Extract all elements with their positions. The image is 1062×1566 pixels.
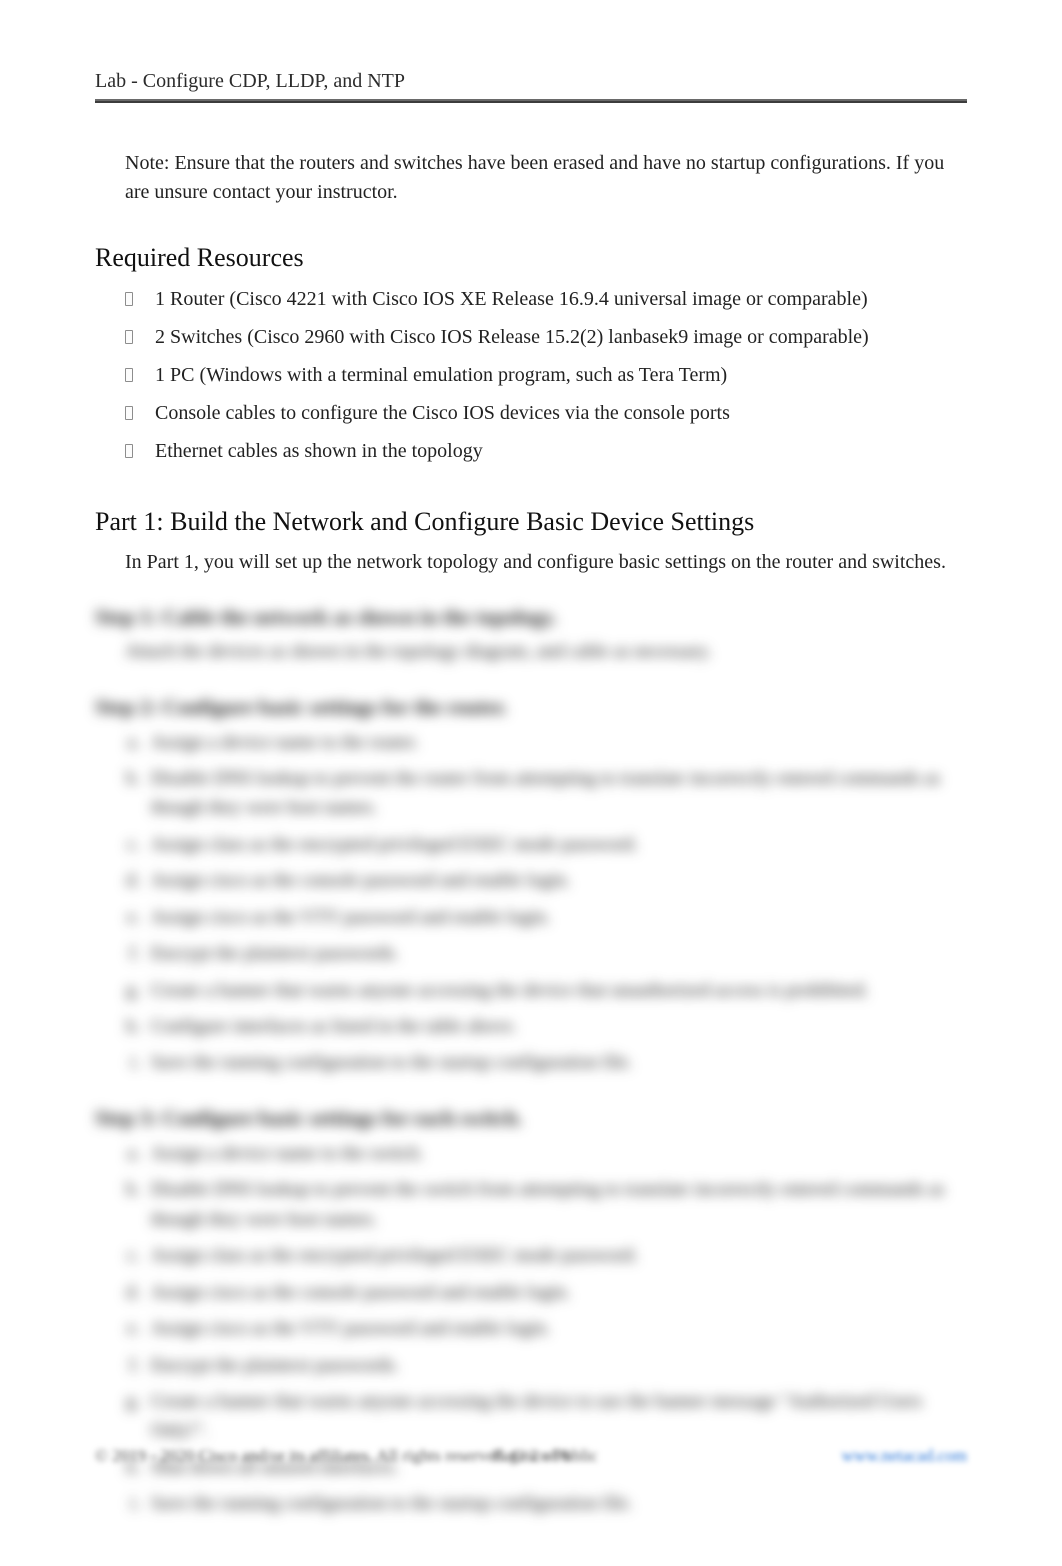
list-item: Assign cisco as the VTY password and ena… xyxy=(145,903,967,932)
list-item: 1 PC (Windows with a terminal emulation … xyxy=(125,359,967,391)
step1-body: Attach the devices as shown in the topol… xyxy=(125,638,967,667)
note-block: Note: Ensure that the routers and switch… xyxy=(125,149,967,207)
part1-intro: In Part 1, you will set up the network t… xyxy=(125,547,967,577)
required-resources-list: 1 Router (Cisco 4221 with Cisco IOS XE R… xyxy=(125,283,967,467)
required-resources-heading: Required Resources xyxy=(95,243,967,273)
list-item: Assign class as the encrypted privileged… xyxy=(145,830,967,859)
list-item: Encrypt the plaintext passwords. xyxy=(145,939,967,968)
document-page: Lab - Configure CDP, LLDP, and NTP Note:… xyxy=(0,0,1062,1566)
list-item: Console cables to configure the Cisco IO… xyxy=(125,397,967,429)
list-item: Assign cisco as the console password and… xyxy=(145,866,967,895)
list-item: Encrypt the plaintext passwords. xyxy=(145,1351,967,1380)
list-item: Save the running configuration to the st… xyxy=(145,1048,967,1077)
page-title: Lab - Configure CDP, LLDP, and NTP xyxy=(95,70,967,99)
step1-heading: Step 1: Cable the network as shown in th… xyxy=(95,605,967,630)
note-text: : Ensure that the routers and switches h… xyxy=(125,152,944,203)
list-item: 2 Switches (Cisco 2960 with Cisco IOS Re… xyxy=(125,321,967,353)
step2-heading: Step 2: Configure basic settings for the… xyxy=(95,695,967,720)
list-item: Create a banner that warns anyone access… xyxy=(145,976,967,1005)
page-footer: © 2019 - 2020 Cisco and/or its affiliate… xyxy=(95,1446,967,1466)
list-item: Assign cisco as the VTY password and ena… xyxy=(145,1314,967,1343)
part1-heading: Part 1: Build the Network and Configure … xyxy=(95,507,967,537)
list-item: Disable DNS lookup to prevent the switch… xyxy=(145,1175,967,1234)
list-item: Ethernet cables as shown in the topology xyxy=(125,435,967,467)
step2-list: Assign a device name to the router. Disa… xyxy=(95,728,967,1078)
list-item: Assign class as the encrypted privileged… xyxy=(145,1241,967,1270)
list-item: Create a banner that warns anyone access… xyxy=(145,1387,967,1446)
title-rule xyxy=(95,99,967,103)
list-item: Disable DNS lookup to prevent the router… xyxy=(145,764,967,823)
list-item: Assign cisco as the console password and… xyxy=(145,1278,967,1307)
list-item: Assign a device name to the switch. xyxy=(145,1139,967,1168)
list-item: Assign a device name to the router. xyxy=(145,728,967,757)
list-item: 1 Router (Cisco 4221 with Cisco IOS XE R… xyxy=(125,283,967,315)
note-prefix: Note xyxy=(125,152,164,174)
list-item: Configure interfaces as listed in the ta… xyxy=(145,1012,967,1041)
footer-page-number: Page 2 of 8 xyxy=(95,1446,967,1466)
step3-heading: Step 3: Configure basic settings for eac… xyxy=(95,1106,967,1131)
blurred-content: Step 1: Cable the network as shown in th… xyxy=(95,605,967,1519)
list-item: Save the running configuration to the st… xyxy=(145,1489,967,1518)
